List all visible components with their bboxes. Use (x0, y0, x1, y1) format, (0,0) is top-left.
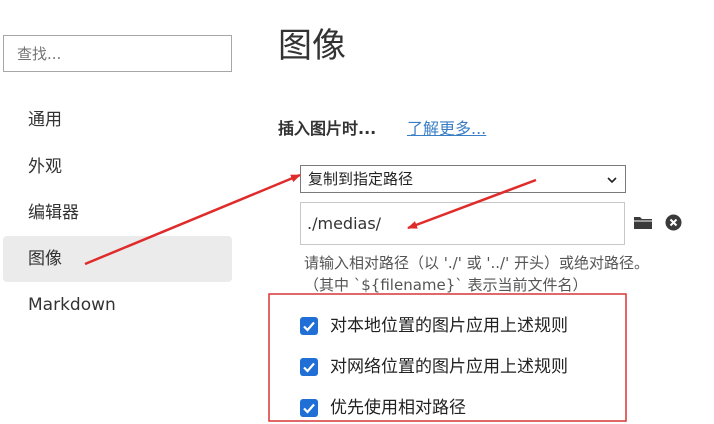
sidebar-item-label: 图像 (28, 249, 62, 269)
insert-action-select[interactable]: 复制到指定路径 (300, 165, 626, 193)
search-input[interactable] (3, 35, 232, 72)
page-title: 图像 (278, 26, 346, 66)
preferences-window: 通用 外观 编辑器 图像 Markdown 图像 插入图片时... 了解更多..… (0, 0, 714, 424)
checkbox[interactable] (300, 358, 318, 376)
folder-icon[interactable] (633, 214, 653, 230)
rule-label: 对本地位置的图片应用上述规则 (330, 316, 568, 336)
image-path-input[interactable]: ./medias/ (300, 202, 625, 245)
image-path-value: ./medias/ (307, 214, 382, 233)
checkmark-icon (303, 321, 315, 332)
checkbox[interactable] (300, 399, 318, 417)
sidebar-item-general[interactable]: 通用 (3, 97, 232, 143)
clear-icon[interactable] (665, 214, 682, 231)
sidebar-item-appearance[interactable]: 外观 (3, 144, 232, 190)
sidebar-item-markdown[interactable]: Markdown (3, 282, 232, 328)
rule-network-images[interactable]: 对网络位置的图片应用上述规则 (300, 352, 568, 382)
path-hint-text: 请输入相对路径（以 './' 或 '../' 开头）或绝对路径。（其中 `${f… (304, 254, 649, 294)
sidebar-item-label: 编辑器 (28, 203, 79, 223)
rule-label: 优先使用相对路径 (330, 398, 466, 418)
sidebar-item-editor[interactable]: 编辑器 (3, 190, 232, 236)
rule-label: 对网络位置的图片应用上述规则 (330, 357, 568, 377)
learn-more-link[interactable]: 了解更多... (407, 116, 486, 142)
select-value: 复制到指定路径 (308, 170, 414, 188)
sidebar-item-image[interactable]: 图像 (3, 236, 232, 282)
rule-prefer-relative[interactable]: 优先使用相对路径 (300, 393, 466, 423)
sidebar-item-label: Markdown (28, 295, 116, 315)
rule-local-images[interactable]: 对本地位置的图片应用上述规则 (300, 311, 568, 341)
insert-image-label: 插入图片时... (278, 119, 377, 138)
sidebar-item-label: 通用 (28, 110, 62, 130)
sidebar-item-label: 外观 (28, 157, 62, 177)
chevron-down-icon (607, 177, 617, 184)
checkmark-icon (303, 403, 315, 414)
checkbox[interactable] (300, 317, 318, 335)
checkmark-icon (303, 362, 315, 373)
